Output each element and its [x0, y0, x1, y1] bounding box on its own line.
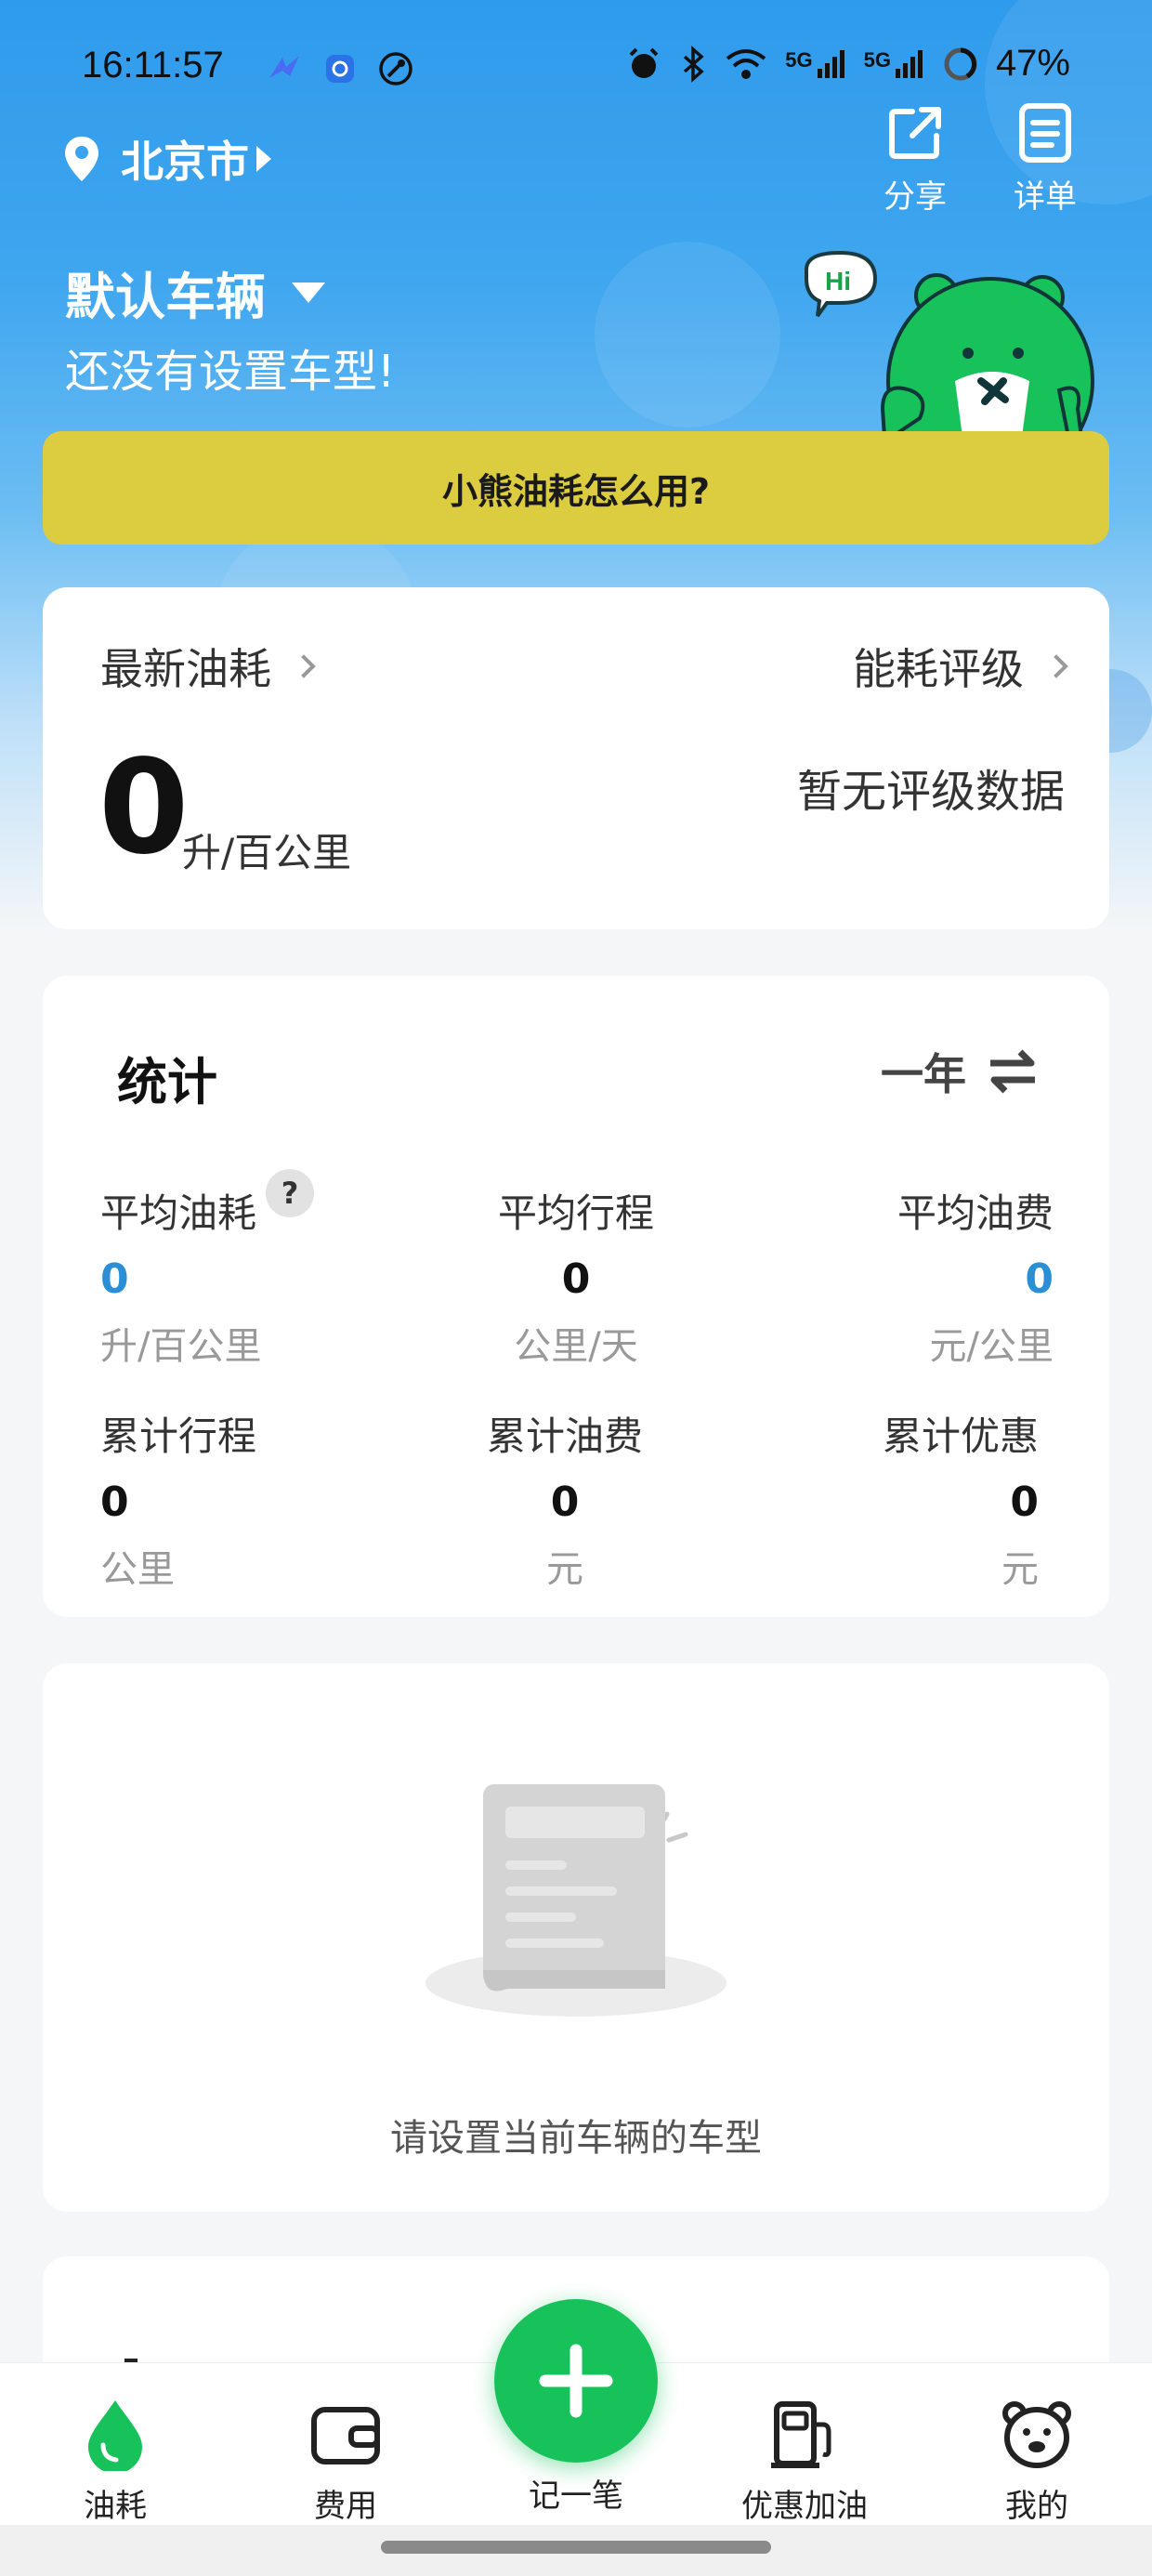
nav-fuel-consumption[interactable]: 油耗 — [41, 2397, 190, 2526]
empty-state-card: 请设置当前车辆的车型 — [43, 1663, 1109, 2212]
vehicle-selector[interactable]: 默认车辆 — [65, 256, 325, 329]
latest-consumption-link[interactable]: 最新油耗 — [100, 636, 316, 697]
share-label: 分享 — [884, 178, 947, 216]
caret-right-icon — [256, 146, 271, 172]
plus-icon — [539, 2344, 613, 2418]
stat-total-fuel-cost: 累计油费 0 元 — [425, 1405, 704, 1593]
stat-average-trip: 平均行程 0 公里/天 — [437, 1182, 715, 1370]
nav-discount-fuel[interactable]: 优惠加油 — [730, 2397, 879, 2526]
stat-unit: 升/百公里 — [100, 1325, 262, 1368]
nav-label: 优惠加油 — [741, 2488, 868, 2525]
stat-value: 0 — [561, 1255, 591, 1303]
stat-label: 平均油费 — [897, 1190, 1054, 1236]
detail-label: 详单 — [1014, 178, 1077, 216]
document-icon — [1019, 103, 1071, 163]
energy-rating-label: 能耗评级 — [853, 644, 1024, 694]
nav-expenses[interactable]: 费用 — [271, 2397, 420, 2526]
stat-label: 累计行程 — [100, 1413, 257, 1459]
swap-arrows-icon — [990, 1049, 1035, 1094]
share-button[interactable]: 分享 — [864, 102, 966, 217]
add-record-button[interactable] — [494, 2299, 658, 2463]
statistics-title: 统计 — [117, 1053, 217, 1111]
latest-consumption-label: 最新油耗 — [100, 644, 271, 694]
latest-consumption-card: 最新油耗 能耗评级 0 升/百公里 暂无评级数据 — [43, 587, 1109, 929]
city-selector[interactable]: 北京市 — [63, 128, 271, 190]
bluetooth-icon — [684, 45, 704, 83]
battery-ring-icon — [944, 47, 977, 80]
help-question-icon[interactable]: ? — [266, 1169, 314, 1217]
mascot-greeting: Hi — [825, 267, 851, 296]
city-name: 北京市 — [121, 137, 249, 187]
bird-app-icon — [264, 48, 305, 89]
empty-receipt-illustration — [425, 1784, 727, 2017]
nav-mine[interactable]: 我的 — [962, 2397, 1111, 2526]
camera-app-icon — [320, 48, 360, 89]
stat-unit: 元 — [1001, 1548, 1039, 1591]
vehicle-name: 默认车辆 — [65, 268, 266, 326]
usage-help-banner[interactable]: 小熊油耗怎么用? — [43, 431, 1109, 545]
alarm-icon — [629, 47, 659, 78]
stat-unit: 元/公里 — [929, 1325, 1054, 1368]
nav-label: 我的 — [1005, 2488, 1068, 2525]
detail-button[interactable]: 详单 — [994, 102, 1096, 217]
period-label: 一年 — [881, 1049, 966, 1099]
status-right-group: 5G 5G 47% — [625, 43, 1070, 85]
latest-consumption-value: 0 — [98, 732, 190, 884]
nav-label: 费用 — [314, 2488, 377, 2525]
dropdown-triangle-icon — [292, 282, 325, 303]
stat-value: 0 — [100, 1479, 129, 1526]
bear-icon — [1002, 2401, 1071, 2468]
stat-label: 累计油费 — [486, 1413, 643, 1459]
home-indicator[interactable] — [381, 2541, 771, 2554]
bear-mascot-illustration: Hi — [805, 251, 1094, 437]
stat-average-consumption: 平均油耗 0 升/百公里 — [100, 1182, 379, 1370]
wifi-icon — [726, 48, 766, 79]
stat-label: 平均油耗 — [100, 1190, 257, 1236]
stat-value: 0 — [100, 1255, 129, 1303]
empty-state-message: 请设置当前车辆的车型 — [390, 2117, 762, 2160]
stat-total-discount: 累计优惠 0 元 — [760, 1405, 1039, 1593]
stat-unit: 公里/天 — [514, 1325, 638, 1368]
status-bar: 16:11:57 5G 5G 47% — [0, 37, 1152, 102]
nav-label: 油耗 — [84, 2488, 147, 2525]
stat-unit: 公里 — [100, 1548, 175, 1591]
statistics-card: 统计 一年 平均油耗 0 升/百公里 ? 平均行程 0 公里/天 平均油费 0 … — [43, 976, 1109, 1617]
battery-percent: 47% — [995, 43, 1070, 84]
energy-rating-link[interactable]: 能耗评级 — [853, 636, 1068, 697]
signal-2-icon: 5G — [864, 48, 925, 80]
stat-value: 0 — [1010, 1479, 1039, 1526]
stat-value: 0 — [1025, 1255, 1054, 1303]
vehicle-hint: 还没有设置车型! — [65, 346, 396, 398]
share-icon — [889, 107, 941, 159]
drop-icon — [88, 2400, 142, 2471]
chevron-right-icon — [1044, 654, 1068, 678]
location-pin-icon — [65, 137, 98, 181]
compass-app-icon — [375, 48, 416, 89]
stat-total-distance: 累计行程 0 公里 — [100, 1405, 379, 1593]
latest-consumption-unit: 升/百公里 — [182, 830, 352, 875]
status-time: 16:11:57 — [82, 45, 224, 85]
stat-average-fuel-cost: 平均油费 0 元/公里 — [775, 1182, 1054, 1370]
fuel-pump-icon — [771, 2401, 831, 2468]
stat-label: 累计优惠 — [882, 1413, 1039, 1459]
stat-value: 0 — [550, 1479, 580, 1526]
network-type-2: 5G — [863, 47, 891, 72]
chevron-right-icon — [292, 654, 316, 678]
rating-empty-text: 暂无评级数据 — [796, 766, 1065, 818]
stat-unit: 元 — [546, 1548, 583, 1591]
signal-1-icon: 5G — [785, 48, 846, 80]
stat-label: 平均行程 — [497, 1190, 654, 1236]
wallet-icon — [311, 2407, 380, 2464]
add-record-label: 记一笔 — [529, 2477, 623, 2515]
period-switch[interactable]: 一年 — [881, 1041, 1039, 1102]
network-type-1: 5G — [785, 47, 813, 72]
